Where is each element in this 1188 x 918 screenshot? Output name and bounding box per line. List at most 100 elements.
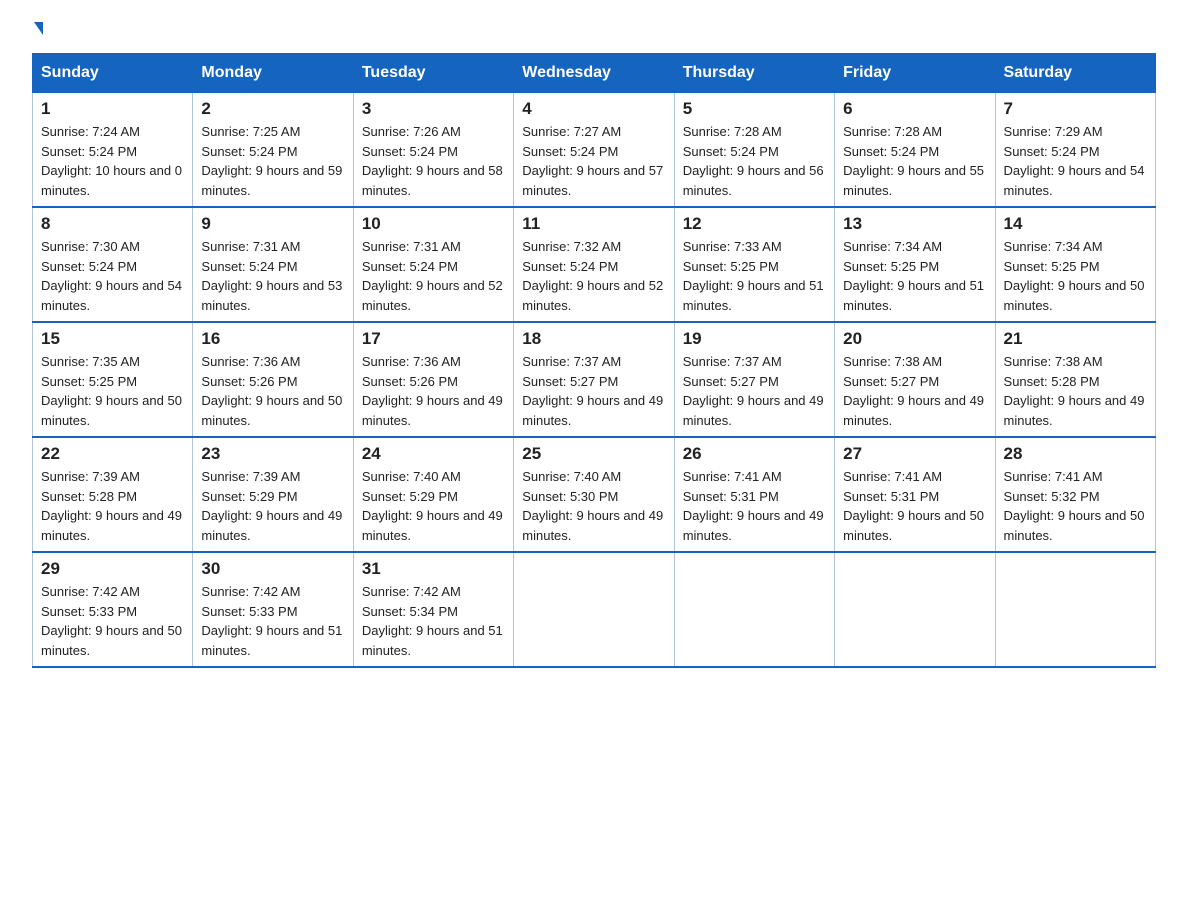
calendar-cell: 6 Sunrise: 7:28 AMSunset: 5:24 PMDayligh…	[835, 93, 995, 208]
day-number: 16	[201, 329, 344, 349]
day-number: 22	[41, 444, 184, 464]
week-row-2: 8 Sunrise: 7:30 AMSunset: 5:24 PMDayligh…	[33, 207, 1156, 322]
calendar-cell: 2 Sunrise: 7:25 AMSunset: 5:24 PMDayligh…	[193, 93, 353, 208]
day-number: 2	[201, 99, 344, 119]
calendar-cell: 1 Sunrise: 7:24 AMSunset: 5:24 PMDayligh…	[33, 93, 193, 208]
day-number: 13	[843, 214, 986, 234]
header-friday: Friday	[835, 54, 995, 93]
day-info: Sunrise: 7:39 AMSunset: 5:28 PMDaylight:…	[41, 469, 182, 543]
calendar-cell: 26 Sunrise: 7:41 AMSunset: 5:31 PMDaylig…	[674, 437, 834, 552]
day-info: Sunrise: 7:30 AMSunset: 5:24 PMDaylight:…	[41, 239, 182, 313]
day-number: 5	[683, 99, 826, 119]
day-info: Sunrise: 7:42 AMSunset: 5:34 PMDaylight:…	[362, 584, 503, 658]
day-info: Sunrise: 7:37 AMSunset: 5:27 PMDaylight:…	[683, 354, 824, 428]
day-number: 6	[843, 99, 986, 119]
day-info: Sunrise: 7:33 AMSunset: 5:25 PMDaylight:…	[683, 239, 824, 313]
day-number: 20	[843, 329, 986, 349]
day-number: 29	[41, 559, 184, 579]
calendar-cell: 11 Sunrise: 7:32 AMSunset: 5:24 PMDaylig…	[514, 207, 674, 322]
calendar-cell: 16 Sunrise: 7:36 AMSunset: 5:26 PMDaylig…	[193, 322, 353, 437]
calendar-header-row: SundayMondayTuesdayWednesdayThursdayFrid…	[33, 54, 1156, 93]
day-info: Sunrise: 7:41 AMSunset: 5:31 PMDaylight:…	[843, 469, 984, 543]
calendar-cell: 14 Sunrise: 7:34 AMSunset: 5:25 PMDaylig…	[995, 207, 1155, 322]
week-row-4: 22 Sunrise: 7:39 AMSunset: 5:28 PMDaylig…	[33, 437, 1156, 552]
day-info: Sunrise: 7:27 AMSunset: 5:24 PMDaylight:…	[522, 124, 663, 198]
calendar-cell: 7 Sunrise: 7:29 AMSunset: 5:24 PMDayligh…	[995, 93, 1155, 208]
day-info: Sunrise: 7:28 AMSunset: 5:24 PMDaylight:…	[683, 124, 824, 198]
day-number: 30	[201, 559, 344, 579]
day-number: 31	[362, 559, 505, 579]
header-tuesday: Tuesday	[353, 54, 513, 93]
calendar-cell: 24 Sunrise: 7:40 AMSunset: 5:29 PMDaylig…	[353, 437, 513, 552]
header-saturday: Saturday	[995, 54, 1155, 93]
day-number: 27	[843, 444, 986, 464]
calendar-cell: 23 Sunrise: 7:39 AMSunset: 5:29 PMDaylig…	[193, 437, 353, 552]
day-info: Sunrise: 7:40 AMSunset: 5:29 PMDaylight:…	[362, 469, 503, 543]
day-info: Sunrise: 7:31 AMSunset: 5:24 PMDaylight:…	[362, 239, 503, 313]
day-info: Sunrise: 7:35 AMSunset: 5:25 PMDaylight:…	[41, 354, 182, 428]
day-info: Sunrise: 7:34 AMSunset: 5:25 PMDaylight:…	[843, 239, 984, 313]
day-number: 12	[683, 214, 826, 234]
day-info: Sunrise: 7:40 AMSunset: 5:30 PMDaylight:…	[522, 469, 663, 543]
day-info: Sunrise: 7:29 AMSunset: 5:24 PMDaylight:…	[1004, 124, 1145, 198]
page-header	[32, 24, 1156, 37]
day-info: Sunrise: 7:38 AMSunset: 5:27 PMDaylight:…	[843, 354, 984, 428]
day-number: 17	[362, 329, 505, 349]
calendar-cell: 17 Sunrise: 7:36 AMSunset: 5:26 PMDaylig…	[353, 322, 513, 437]
day-info: Sunrise: 7:42 AMSunset: 5:33 PMDaylight:…	[41, 584, 182, 658]
header-thursday: Thursday	[674, 54, 834, 93]
day-info: Sunrise: 7:31 AMSunset: 5:24 PMDaylight:…	[201, 239, 342, 313]
day-number: 15	[41, 329, 184, 349]
calendar-cell: 30 Sunrise: 7:42 AMSunset: 5:33 PMDaylig…	[193, 552, 353, 667]
day-info: Sunrise: 7:36 AMSunset: 5:26 PMDaylight:…	[362, 354, 503, 428]
day-info: Sunrise: 7:39 AMSunset: 5:29 PMDaylight:…	[201, 469, 342, 543]
calendar-cell	[995, 552, 1155, 667]
calendar-cell: 31 Sunrise: 7:42 AMSunset: 5:34 PMDaylig…	[353, 552, 513, 667]
calendar-cell: 9 Sunrise: 7:31 AMSunset: 5:24 PMDayligh…	[193, 207, 353, 322]
day-number: 21	[1004, 329, 1147, 349]
day-info: Sunrise: 7:34 AMSunset: 5:25 PMDaylight:…	[1004, 239, 1145, 313]
calendar-cell: 22 Sunrise: 7:39 AMSunset: 5:28 PMDaylig…	[33, 437, 193, 552]
calendar-cell: 15 Sunrise: 7:35 AMSunset: 5:25 PMDaylig…	[33, 322, 193, 437]
day-info: Sunrise: 7:36 AMSunset: 5:26 PMDaylight:…	[201, 354, 342, 428]
day-number: 9	[201, 214, 344, 234]
day-number: 3	[362, 99, 505, 119]
day-number: 23	[201, 444, 344, 464]
day-number: 28	[1004, 444, 1147, 464]
day-number: 7	[1004, 99, 1147, 119]
day-number: 4	[522, 99, 665, 119]
calendar-cell	[514, 552, 674, 667]
calendar-cell: 18 Sunrise: 7:37 AMSunset: 5:27 PMDaylig…	[514, 322, 674, 437]
day-number: 10	[362, 214, 505, 234]
day-number: 26	[683, 444, 826, 464]
day-number: 18	[522, 329, 665, 349]
calendar-cell: 5 Sunrise: 7:28 AMSunset: 5:24 PMDayligh…	[674, 93, 834, 208]
calendar-cell	[835, 552, 995, 667]
calendar-cell: 4 Sunrise: 7:27 AMSunset: 5:24 PMDayligh…	[514, 93, 674, 208]
week-row-1: 1 Sunrise: 7:24 AMSunset: 5:24 PMDayligh…	[33, 93, 1156, 208]
calendar-cell: 21 Sunrise: 7:38 AMSunset: 5:28 PMDaylig…	[995, 322, 1155, 437]
day-info: Sunrise: 7:41 AMSunset: 5:31 PMDaylight:…	[683, 469, 824, 543]
day-number: 24	[362, 444, 505, 464]
header-sunday: Sunday	[33, 54, 193, 93]
day-number: 1	[41, 99, 184, 119]
calendar-cell: 27 Sunrise: 7:41 AMSunset: 5:31 PMDaylig…	[835, 437, 995, 552]
week-row-5: 29 Sunrise: 7:42 AMSunset: 5:33 PMDaylig…	[33, 552, 1156, 667]
logo	[32, 24, 43, 37]
day-info: Sunrise: 7:42 AMSunset: 5:33 PMDaylight:…	[201, 584, 342, 658]
day-info: Sunrise: 7:37 AMSunset: 5:27 PMDaylight:…	[522, 354, 663, 428]
header-wednesday: Wednesday	[514, 54, 674, 93]
day-number: 25	[522, 444, 665, 464]
calendar-cell: 28 Sunrise: 7:41 AMSunset: 5:32 PMDaylig…	[995, 437, 1155, 552]
calendar-cell: 25 Sunrise: 7:40 AMSunset: 5:30 PMDaylig…	[514, 437, 674, 552]
calendar-cell: 12 Sunrise: 7:33 AMSunset: 5:25 PMDaylig…	[674, 207, 834, 322]
calendar-table: SundayMondayTuesdayWednesdayThursdayFrid…	[32, 53, 1156, 668]
calendar-cell: 13 Sunrise: 7:34 AMSunset: 5:25 PMDaylig…	[835, 207, 995, 322]
day-number: 19	[683, 329, 826, 349]
header-monday: Monday	[193, 54, 353, 93]
week-row-3: 15 Sunrise: 7:35 AMSunset: 5:25 PMDaylig…	[33, 322, 1156, 437]
calendar-cell: 20 Sunrise: 7:38 AMSunset: 5:27 PMDaylig…	[835, 322, 995, 437]
logo-triangle-icon	[34, 22, 43, 35]
calendar-cell: 10 Sunrise: 7:31 AMSunset: 5:24 PMDaylig…	[353, 207, 513, 322]
day-info: Sunrise: 7:25 AMSunset: 5:24 PMDaylight:…	[201, 124, 342, 198]
